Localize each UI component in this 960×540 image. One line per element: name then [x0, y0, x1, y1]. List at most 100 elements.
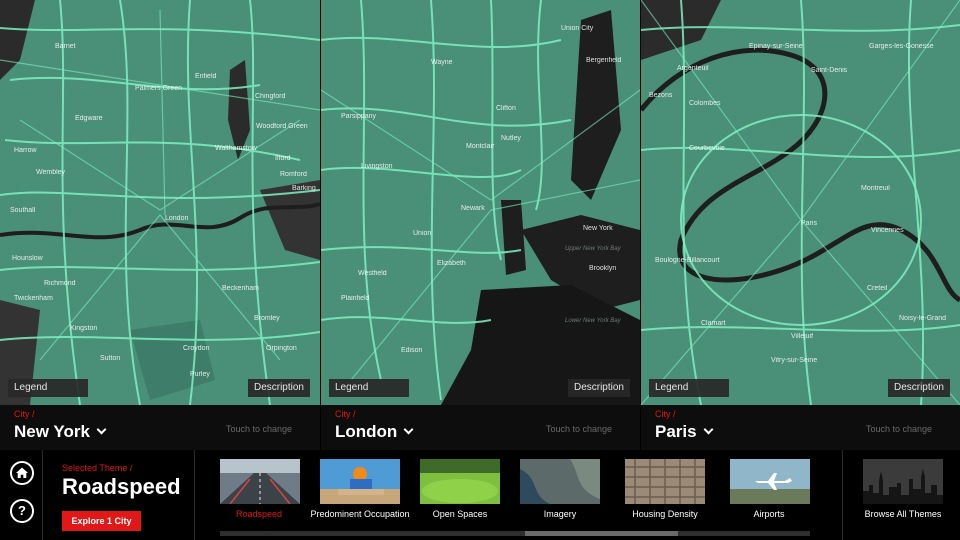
city-panel-1: Barnet Enfield Palmers Green Edgware Chi… [0, 0, 320, 450]
svg-text:Epinay-sur-Seine: Epinay-sur-Seine [749, 43, 803, 50]
svg-text:New York: New York [583, 225, 613, 232]
theme-thumb-housing-density[interactable] [625, 459, 705, 504]
city-selector[interactable]: City / Paris Touch to change [641, 405, 960, 450]
city-name-label: London [335, 422, 398, 441]
svg-text:Twickenham: Twickenham [14, 295, 53, 302]
touch-to-change-hint: Touch to change [545, 424, 612, 434]
svg-text:Vincennes: Vincennes [871, 227, 904, 234]
legend-button[interactable]: Legend [649, 379, 729, 397]
svg-text:Wembley: Wembley [36, 169, 66, 176]
svg-text:Noisy-le-Grand: Noisy-le-Grand [899, 315, 946, 322]
svg-text:Beckenham: Beckenham [222, 285, 259, 292]
city-selector[interactable]: City / London Touch to change [321, 405, 640, 450]
skyline-icon [863, 459, 943, 504]
theme-label[interactable]: Housing Density [605, 509, 725, 519]
svg-text:Elizabeth: Elizabeth [437, 260, 466, 267]
help-icon: ? [18, 503, 26, 518]
svg-text:Courbevoie: Courbevoie [689, 145, 725, 152]
svg-text:Livingston: Livingston [361, 163, 393, 170]
theme-thumb-predominent-occupation[interactable] [320, 459, 400, 504]
roadspeed-map-3[interactable]: Argenteuil Epinay-sur-Seine Saint-Denis … [641, 0, 960, 405]
svg-text:Parsippany: Parsippany [341, 113, 377, 120]
svg-text:Nutley: Nutley [501, 135, 521, 142]
svg-text:Newark: Newark [461, 205, 485, 212]
svg-text:Orpington: Orpington [266, 345, 297, 352]
chevron-down-icon [403, 424, 414, 435]
svg-text:Argenteuil: Argenteuil [677, 65, 709, 72]
theme-thumb-open-spaces[interactable] [420, 459, 500, 504]
svg-text:Purley: Purley [190, 371, 210, 378]
city-panel-3: Argenteuil Epinay-sur-Seine Saint-Denis … [641, 0, 960, 450]
svg-text:Villejuif: Villejuif [791, 333, 813, 340]
svg-text:Creteil: Creteil [867, 285, 888, 292]
city-name[interactable]: New York [14, 422, 107, 442]
svg-text:Harrow: Harrow [14, 147, 38, 154]
city-kicker: City / [14, 409, 35, 419]
svg-text:Ilford: Ilford [275, 155, 291, 162]
svg-text:Chingford: Chingford [255, 93, 285, 100]
svg-text:Enfield: Enfield [195, 73, 217, 80]
touch-to-change-hint: Touch to change [225, 424, 292, 434]
svg-text:Palmers Green: Palmers Green [135, 85, 182, 92]
svg-text:Edgware: Edgware [75, 115, 103, 122]
svg-text:Montreuil: Montreuil [861, 185, 890, 192]
explore-city-button[interactable]: Explore 1 City [62, 511, 141, 531]
theme-scrollbar-thumb[interactable] [525, 531, 678, 536]
svg-text:Woodford Green: Woodford Green [256, 123, 308, 130]
city-name[interactable]: London [335, 422, 414, 442]
theme-divider [194, 450, 195, 540]
theme-thumb-airports[interactable] [730, 459, 810, 504]
theme-thumb-imagery[interactable] [520, 459, 600, 504]
browse-all-themes-thumb[interactable] [863, 459, 943, 504]
description-button[interactable]: Description [887, 379, 950, 397]
browse-all-themes-label[interactable]: Browse All Themes [843, 509, 960, 519]
legend-button[interactable]: Legend [329, 379, 409, 397]
sidebar-divider [42, 450, 43, 540]
roadspeed-map-1[interactable]: Barnet Enfield Palmers Green Edgware Chi… [0, 0, 320, 405]
city-name[interactable]: Paris [655, 422, 714, 442]
svg-text:Upper New York Bay: Upper New York Bay [565, 246, 622, 252]
svg-text:Brooklyn: Brooklyn [589, 265, 616, 272]
chevron-down-icon [703, 424, 714, 435]
description-button[interactable]: Description [247, 379, 310, 397]
svg-text:Paris: Paris [801, 220, 817, 227]
theme-thumb-roadspeed[interactable] [220, 459, 300, 504]
svg-text:Hounslow: Hounslow [12, 255, 44, 262]
svg-text:Bromley: Bromley [254, 315, 280, 322]
roadspeed-map-2[interactable]: Upper New York Bay Lower New York Bay Wa… [321, 0, 640, 405]
city-panel-2: Upper New York Bay Lower New York Bay Wa… [321, 0, 640, 450]
svg-text:Edison: Edison [401, 347, 423, 354]
svg-text:Boulogne-Billancourt: Boulogne-Billancourt [655, 257, 720, 264]
svg-text:Union: Union [413, 230, 431, 237]
svg-text:Romford: Romford [280, 171, 307, 178]
city-kicker: City / [655, 409, 676, 419]
svg-text:Barking: Barking [292, 185, 316, 192]
home-button[interactable] [10, 461, 34, 485]
theme-label[interactable]: Imagery [500, 509, 620, 519]
city-selector[interactable]: City / New York Touch to change [0, 405, 320, 450]
svg-text:Richmond: Richmond [44, 280, 76, 287]
svg-text:Saint-Denis: Saint-Denis [811, 67, 848, 74]
theme-scrollbar[interactable] [220, 531, 810, 536]
svg-text:Garges-les-Gonesse: Garges-les-Gonesse [869, 43, 934, 50]
svg-text:Bergenfield: Bergenfield [586, 57, 622, 64]
svg-text:Montclair: Montclair [466, 143, 495, 150]
svg-text:Clamart: Clamart [701, 320, 726, 327]
description-button[interactable]: Description [567, 379, 630, 397]
theme-bar: ? Selected Theme / Roadspeed Explore 1 C… [0, 450, 960, 540]
touch-to-change-hint: Touch to change [865, 424, 932, 434]
svg-text:London: London [165, 215, 188, 222]
svg-text:Clifton: Clifton [496, 105, 516, 112]
city-panels: Barnet Enfield Palmers Green Edgware Chi… [0, 0, 960, 450]
theme-kicker: Selected Theme / [62, 463, 133, 473]
svg-text:Union City: Union City [561, 25, 594, 32]
theme-label[interactable]: Airports [709, 509, 829, 519]
svg-text:Lower New York Bay: Lower New York Bay [565, 318, 622, 324]
legend-button[interactable]: Legend [8, 379, 88, 397]
chevron-down-icon [96, 424, 107, 435]
svg-text:Vitry-sur-Seine: Vitry-sur-Seine [771, 357, 817, 364]
svg-text:Croydon: Croydon [183, 345, 210, 352]
svg-text:Westfield: Westfield [358, 270, 387, 277]
svg-text:Kingston: Kingston [70, 325, 97, 332]
help-button[interactable]: ? [10, 499, 34, 523]
